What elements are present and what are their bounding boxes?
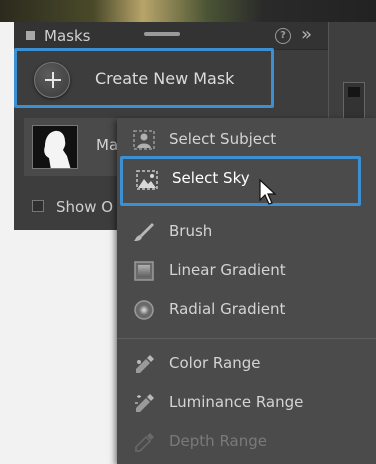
- menu-item-label: Radial Gradient: [169, 300, 286, 318]
- photo-background: [0, 0, 376, 22]
- menu-item-select-subject[interactable]: Select Subject: [117, 122, 376, 158]
- menu-item-radial-gradient[interactable]: Radial Gradient: [117, 292, 376, 328]
- create-new-mask-button[interactable]: Create New Mask: [14, 48, 274, 108]
- create-mask-menu: Select Subject Select Sky Brush Linear G…: [117, 118, 376, 464]
- menu-item-brush[interactable]: Brush: [117, 214, 376, 250]
- arrow-icon: [348, 87, 360, 97]
- panel-header: Masks ? »: [14, 22, 328, 50]
- brush-icon: [134, 223, 154, 241]
- select-subject-icon: [133, 130, 155, 150]
- menu-item-depth-range: Depth Range: [117, 424, 376, 460]
- menu-item-label: Select Sky: [172, 169, 250, 187]
- menu-item-select-sky[interactable]: Select Sky: [120, 156, 361, 206]
- menu-item-label: Linear Gradient: [169, 261, 286, 279]
- color-range-icon: [136, 355, 154, 373]
- menu-item-label: Color Range: [169, 354, 261, 372]
- menu-item-luminance-range[interactable]: Luminance Range: [117, 385, 376, 421]
- plus-icon: [34, 62, 70, 98]
- mouse-cursor-icon: [259, 178, 277, 205]
- menu-item-label: Select Subject: [169, 130, 277, 148]
- radial-gradient-icon: [134, 300, 154, 320]
- linear-gradient-icon: [134, 261, 154, 281]
- depth-range-icon: [135, 433, 154, 452]
- menu-item-label: Brush: [169, 222, 213, 240]
- collapse-icon[interactable]: [26, 31, 35, 40]
- menu-item-label: Luminance Range: [169, 393, 304, 411]
- menu-item-color-range[interactable]: Color Range: [117, 346, 376, 382]
- drag-handle-icon[interactable]: [144, 32, 180, 36]
- select-sky-icon: [136, 170, 158, 190]
- expand-icon[interactable]: »: [301, 24, 312, 45]
- menu-item-label: Depth Range: [169, 432, 267, 450]
- help-icon[interactable]: ?: [275, 28, 291, 44]
- show-overlay-label: Show O: [56, 198, 114, 216]
- menu-item-linear-gradient[interactable]: Linear Gradient: [117, 253, 376, 289]
- panel-title: Masks: [44, 27, 91, 45]
- mask-thumbnail: [32, 125, 78, 169]
- create-new-mask-label: Create New Mask: [95, 69, 235, 88]
- show-overlay-checkbox[interactable]: [32, 200, 44, 212]
- luminance-range-icon: [135, 394, 154, 412]
- mask-name-label: Ma: [96, 136, 119, 154]
- menu-separator: [117, 338, 376, 339]
